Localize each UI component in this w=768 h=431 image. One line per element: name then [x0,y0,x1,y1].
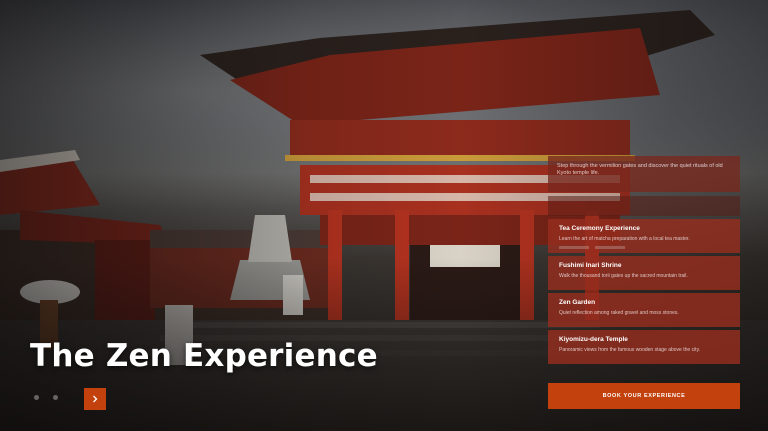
slide-dot[interactable] [34,395,39,400]
next-slide-button[interactable] [84,388,106,410]
card-title: Kiyomizu-dera Temple [559,336,628,343]
slide-indicators [34,395,58,400]
experience-card[interactable]: Zen Garden Quiet reflection among raked … [548,293,740,327]
card-description: Walk the thousand torii gates up the sac… [559,273,688,279]
experience-card[interactable]: Kiyomizu-dera Temple Panoramic views fro… [548,330,740,364]
experience-card[interactable]: Tea Ceremony Experience Learn the art of… [548,219,740,253]
panel-intro: Step through the vermilion gates and dis… [548,156,740,192]
card-description: Panoramic views from the famous wooden s… [559,347,701,353]
panel-intro-text: Step through the vermilion gates and dis… [557,163,723,176]
card-title: Fushimi Inari Shrine [559,262,622,269]
book-experience-button[interactable]: BOOK YOUR EXPERIENCE [548,383,740,409]
card-meta [559,245,731,249]
card-description: Learn the art of matcha preparation with… [559,236,690,242]
card-description: Quiet reflection among raked gravel and … [559,310,679,316]
card-title: Tea Ceremony Experience [559,225,640,232]
experience-card[interactable]: Fushimi Inari Shrine Walk the thousand t… [548,256,740,290]
panel-image-strip [548,196,740,216]
experience-panel: Step through the vermilion gates and dis… [548,156,740,364]
hero-slide: The Zen Experience Step through the verm… [0,0,768,431]
card-title: Zen Garden [559,299,596,306]
slide-dot[interactable] [53,395,58,400]
hero-title: The Zen Experience [30,338,378,374]
chevron-right-icon [93,395,98,403]
